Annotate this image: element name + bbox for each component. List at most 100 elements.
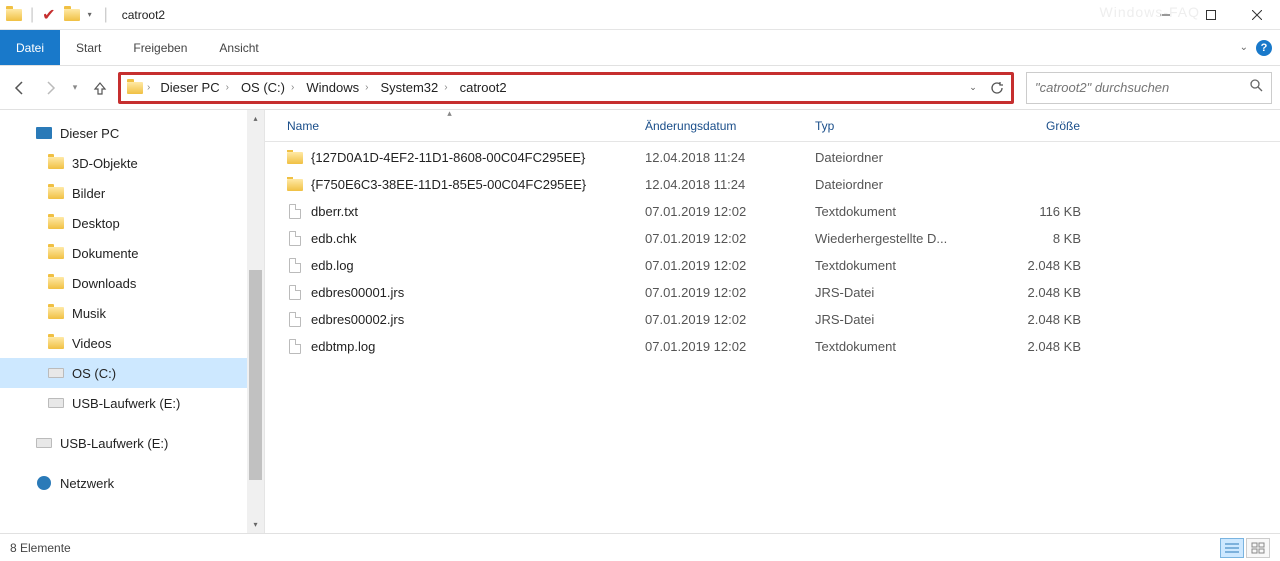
column-type-label: Typ: [815, 119, 834, 133]
tree-item[interactable]: Downloads: [0, 268, 264, 298]
forward-button[interactable]: [38, 76, 62, 100]
cell-name: edbtmp.log: [265, 339, 635, 355]
column-date-label: Änderungsdatum: [645, 119, 736, 133]
breadcrumb-label: Dieser PC: [160, 80, 219, 95]
chevron-right-icon[interactable]: ›: [147, 82, 150, 93]
tab-start[interactable]: Start: [60, 30, 117, 65]
file-row[interactable]: edb.log07.01.2019 12:02Textdokument2.048…: [265, 252, 1280, 279]
folder-icon: [287, 150, 303, 166]
tree-item[interactable]: USB-Laufwerk (E:): [0, 428, 264, 458]
chevron-right-icon[interactable]: ›: [226, 82, 229, 93]
file-name: edbres00001.jrs: [311, 285, 404, 300]
tree-item[interactable]: Dokumente: [0, 238, 264, 268]
help-icon[interactable]: ?: [1256, 40, 1272, 56]
tree-item[interactable]: Netzwerk: [0, 468, 264, 498]
tree-item[interactable]: Dieser PC: [0, 118, 264, 148]
window-title: catroot2: [122, 8, 165, 22]
chevron-right-icon[interactable]: ›: [291, 82, 294, 93]
drive-icon: [36, 435, 52, 451]
drive-icon: [48, 395, 64, 411]
file-icon: [287, 285, 303, 301]
breadcrumb-segment[interactable]: OS (C:)›: [235, 75, 300, 101]
navpane-scrollbar[interactable]: ▴ ▾: [247, 110, 264, 533]
breadcrumb-label: Windows: [306, 80, 359, 95]
column-headers: Name ▴ Änderungsdatum Typ Größe: [265, 110, 1280, 142]
tree-item[interactable]: OS (C:): [0, 358, 264, 388]
maximize-button[interactable]: [1188, 0, 1234, 30]
tab-freigeben[interactable]: Freigeben: [117, 30, 203, 65]
cell-date: 07.01.2019 12:02: [635, 204, 805, 219]
file-icon: [287, 231, 303, 247]
cell-type: Textdokument: [805, 204, 975, 219]
refresh-button[interactable]: [987, 78, 1007, 98]
up-button[interactable]: [88, 76, 112, 100]
tree-item[interactable]: Bilder: [0, 178, 264, 208]
qat-dropdown-icon[interactable]: ▾: [88, 10, 92, 19]
cell-size: 2.048 KB: [975, 312, 1091, 327]
status-count: 8 Elemente: [10, 541, 71, 555]
column-type[interactable]: Typ: [805, 110, 975, 141]
column-size[interactable]: Größe: [975, 110, 1091, 141]
cell-type: Textdokument: [805, 258, 975, 273]
scroll-up-icon[interactable]: ▴: [247, 110, 264, 127]
file-row[interactable]: edbres00002.jrs07.01.2019 12:02JRS-Datei…: [265, 306, 1280, 333]
file-row[interactable]: dberr.txt07.01.2019 12:02Textdokument116…: [265, 198, 1280, 225]
address-folder-icon: [127, 82, 143, 94]
cell-type: JRS-Datei: [805, 285, 975, 300]
folder-icon: [48, 185, 64, 201]
file-row[interactable]: edbtmp.log07.01.2019 12:02Textdokument2.…: [265, 333, 1280, 360]
folder-icon: [287, 177, 303, 193]
breadcrumb-segment[interactable]: Windows ›: [300, 75, 374, 101]
chevron-right-icon[interactable]: ›: [444, 82, 447, 93]
column-name[interactable]: Name ▴: [265, 110, 635, 141]
folder-icon: [48, 155, 64, 171]
file-row[interactable]: {127D0A1D-4EF2-11D1-8608-00C04FC295EE}12…: [265, 144, 1280, 171]
tree-item[interactable]: USB-Laufwerk (E:): [0, 388, 264, 418]
column-date[interactable]: Änderungsdatum: [635, 110, 805, 141]
scroll-thumb[interactable]: [249, 270, 262, 480]
search-box[interactable]: [1026, 72, 1272, 104]
search-input[interactable]: [1035, 80, 1249, 95]
file-icon: [287, 204, 303, 220]
cell-type: Dateiordner: [805, 150, 975, 165]
minimize-button[interactable]: [1142, 0, 1188, 30]
scroll-down-icon[interactable]: ▾: [247, 516, 264, 533]
tree-item-label: Videos: [72, 336, 112, 351]
cell-date: 07.01.2019 12:02: [635, 285, 805, 300]
cell-date: 12.04.2018 11:24: [635, 177, 805, 192]
tree-item-label: USB-Laufwerk (E:): [60, 436, 168, 451]
file-icon: [287, 258, 303, 274]
ribbon-tabs: DateiStartFreigebenAnsicht ⌄ ?: [0, 30, 1280, 66]
breadcrumb-segment[interactable]: Dieser PC ›: [154, 75, 235, 101]
back-button[interactable]: [8, 76, 32, 100]
ribbon-expand-icon[interactable]: ⌄: [1240, 42, 1248, 53]
tree-item[interactable]: 3D-Objekte: [0, 148, 264, 178]
breadcrumb-segment[interactable]: System32›: [374, 75, 453, 101]
qat-folder-icon[interactable]: [64, 9, 80, 21]
tab-ansicht[interactable]: Ansicht: [203, 30, 274, 65]
title-divider: |: [104, 6, 108, 24]
view-icons-button[interactable]: [1246, 538, 1270, 558]
tree-item[interactable]: Musik: [0, 298, 264, 328]
file-row[interactable]: edb.chk07.01.2019 12:02Wiederhergestellt…: [265, 225, 1280, 252]
tree-item[interactable]: Desktop: [0, 208, 264, 238]
tree-item[interactable]: Videos: [0, 328, 264, 358]
folder-icon: [48, 215, 64, 231]
tree-item-label: 3D-Objekte: [72, 156, 138, 171]
breadcrumb-segment[interactable]: catroot2: [454, 75, 513, 101]
search-icon[interactable]: [1249, 78, 1263, 97]
cell-name: {127D0A1D-4EF2-11D1-8608-00C04FC295EE}: [265, 150, 635, 166]
qat-check-icon[interactable]: ✔: [42, 5, 55, 25]
chevron-right-icon[interactable]: ›: [365, 82, 368, 93]
tab-datei[interactable]: Datei: [0, 30, 60, 65]
recent-dropdown-icon[interactable]: ▾: [68, 76, 82, 100]
file-row[interactable]: edbres00001.jrs 07.01.2019 12:02JRS-Datei…: [265, 279, 1280, 306]
address-bar[interactable]: › Dieser PC›OS (C:)›Windows›System32›cat…: [118, 72, 1014, 104]
tree-item-label: Bilder: [72, 186, 105, 201]
folder-icon: [48, 305, 64, 321]
close-button[interactable]: [1234, 0, 1280, 30]
file-row[interactable]: {F750E6C3-38EE-11D1-85E5-00C04FC295EE}12…: [265, 171, 1280, 198]
cell-name: edb.log: [265, 258, 635, 274]
address-dropdown-icon[interactable]: ⌄: [963, 78, 983, 98]
view-details-button[interactable]: [1220, 538, 1244, 558]
